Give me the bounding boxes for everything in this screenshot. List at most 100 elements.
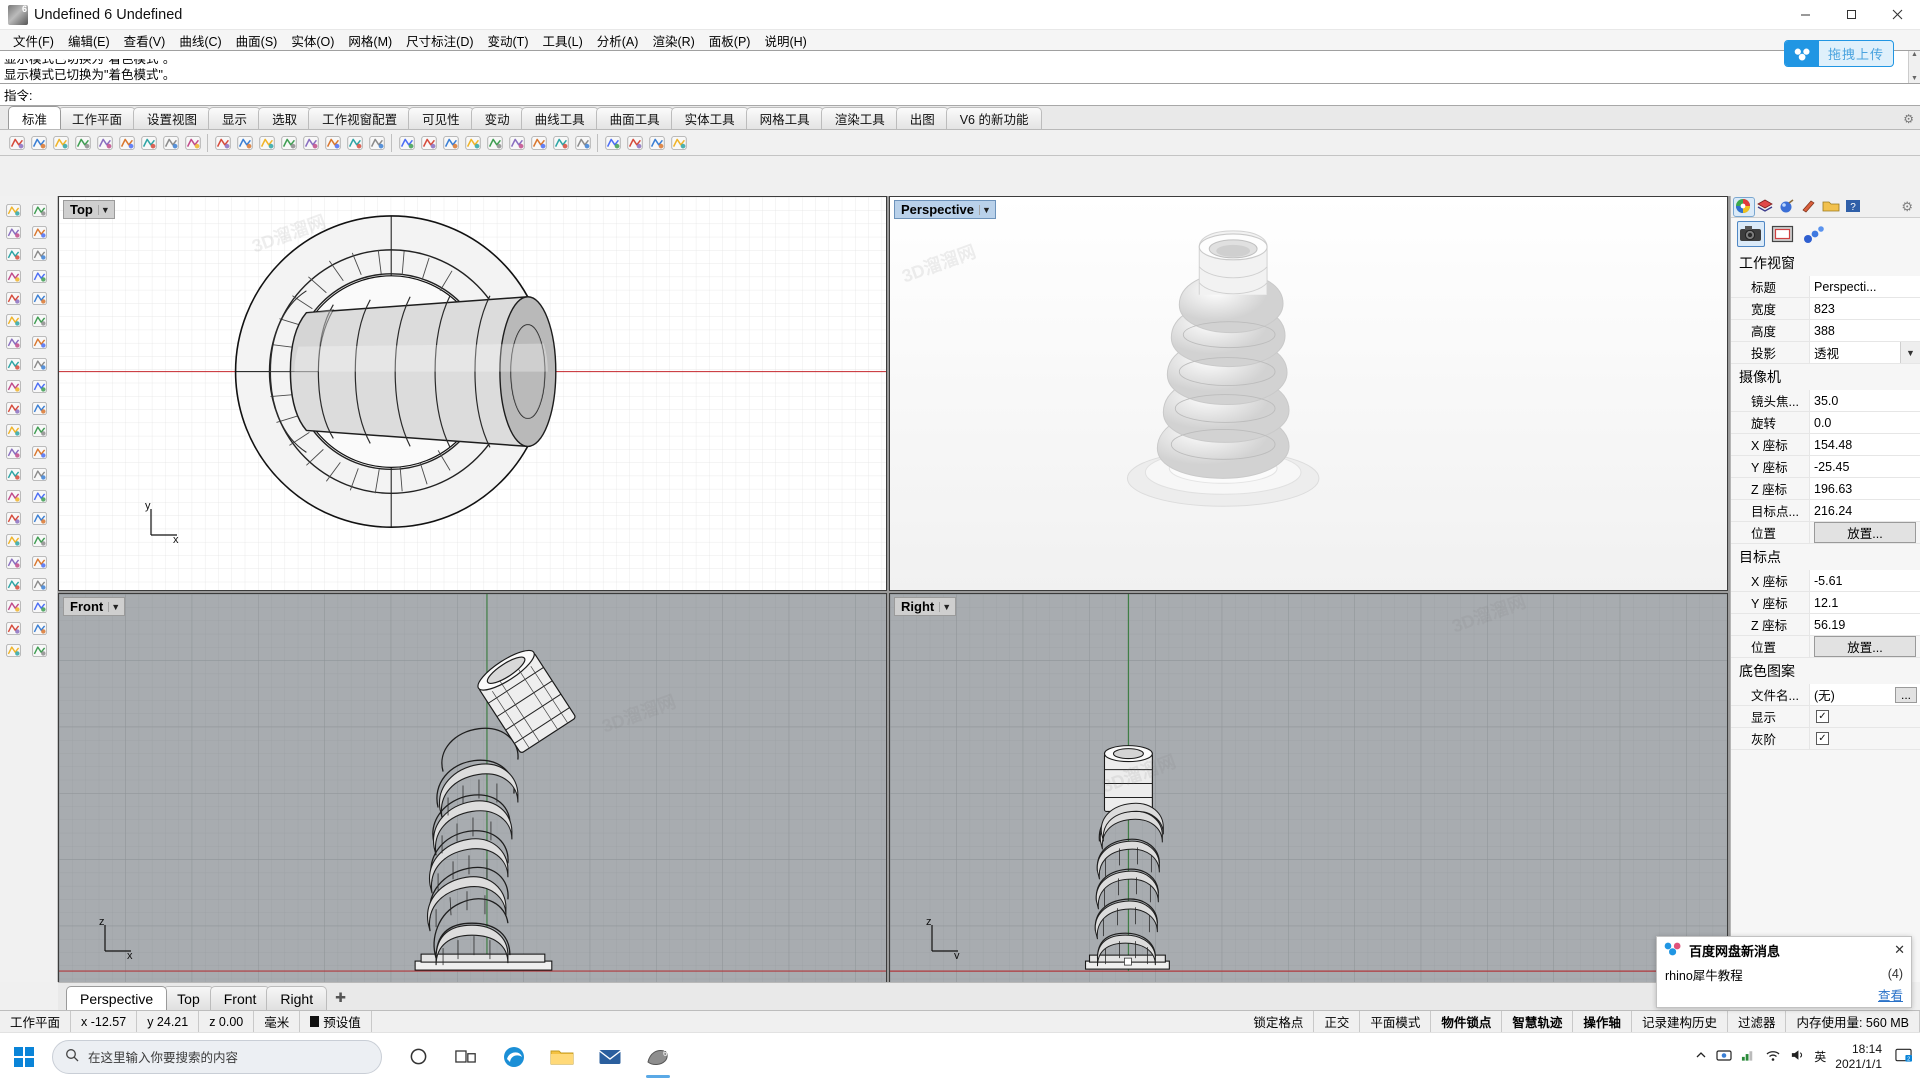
line-icon[interactable] [2, 244, 24, 264]
free-curve-icon[interactable] [2, 332, 24, 352]
layers-icon[interactable] [1756, 198, 1776, 216]
tab-whats-new-v6[interactable]: V6 的新功能 [945, 107, 1043, 129]
property-value-viewport-2[interactable]: 388 [1809, 320, 1920, 342]
menu-help[interactable]: 说明(H) [757, 29, 813, 52]
property-value-viewport-0[interactable]: Perspecti... [1809, 276, 1920, 298]
mesh-tools-icon[interactable] [28, 574, 50, 594]
gear-icon[interactable]: ⚙ [1903, 112, 1914, 126]
file-browser-icon[interactable] [1822, 198, 1842, 216]
new-file-icon[interactable] [6, 132, 27, 153]
menu-panels[interactable]: 面板(P) [702, 29, 758, 52]
tab-mesh-tools[interactable]: 网格工具 [745, 107, 824, 129]
box-icon[interactable] [2, 398, 24, 418]
file-explorer-icon[interactable] [540, 1035, 584, 1079]
baidu-upload-button[interactable]: 拖拽上传 [1784, 40, 1894, 67]
property-value-target-2[interactable]: 56.19 [1809, 614, 1920, 636]
zoom-window-icon[interactable] [278, 132, 299, 153]
rotate-view-icon[interactable] [322, 132, 343, 153]
property-value-camera-3[interactable]: -25.45 [1809, 456, 1920, 478]
tab-transform[interactable]: 变动 [470, 107, 524, 129]
print-icon[interactable] [72, 132, 93, 153]
surface-edge-icon[interactable] [28, 354, 50, 374]
mesh-icon[interactable] [2, 574, 24, 594]
ellipse-icon[interactable] [2, 310, 24, 330]
select-arrow-icon[interactable] [2, 200, 24, 220]
place-button[interactable]: 放置... [1814, 636, 1916, 657]
viewport-right-label[interactable]: Right ▼ [894, 597, 957, 616]
menu-analyze[interactable]: 分析(A) [590, 29, 646, 52]
scale-icon[interactable] [2, 552, 24, 572]
close-icon[interactable]: ✕ [1894, 942, 1905, 958]
network-status-icon[interactable] [1741, 1048, 1756, 1065]
globe-icon[interactable] [646, 132, 667, 153]
taskbar-clock[interactable]: 18:14 2021/1/1 [1835, 1042, 1886, 1072]
array-icon[interactable] [28, 508, 50, 528]
command-history[interactable]: 显示模式已切换为"着色模式"。 显示模式已切换为"着色模式"。 ▲ ▼ [0, 50, 1920, 84]
minimize-button[interactable] [1782, 0, 1828, 30]
render-props-icon[interactable] [1800, 198, 1820, 216]
tab-surface-tools[interactable]: 曲面工具 [595, 107, 674, 129]
polygon-icon[interactable] [28, 310, 50, 330]
status-osnap[interactable]: 物件锁点 [1431, 1011, 1503, 1032]
polyline-icon[interactable] [28, 244, 50, 264]
vtab-right[interactable]: Right [266, 986, 328, 1010]
status-cplane[interactable]: 工作平面 [0, 1011, 72, 1032]
property-value-camera-5[interactable]: 216.24 [1809, 500, 1920, 522]
copy-icon[interactable] [116, 132, 137, 153]
ime-indicator[interactable]: 英 [1814, 1048, 1826, 1065]
conic-icon[interactable] [28, 332, 50, 352]
menu-curve[interactable]: 曲线(C) [172, 29, 228, 52]
task-view-icon[interactable] [444, 1035, 488, 1079]
loft-icon[interactable] [2, 376, 24, 396]
open-file-icon[interactable] [28, 132, 49, 153]
select-points-icon[interactable] [28, 200, 50, 220]
camera-icon[interactable] [1737, 221, 1765, 247]
tab-drafting[interactable]: 出图 [895, 107, 949, 129]
action-center-icon[interactable]: 2 [1895, 1047, 1912, 1066]
annotate-icon[interactable] [28, 618, 50, 638]
command-history-scrollbar[interactable]: ▲ ▼ [1908, 51, 1920, 83]
tab-curve-tools[interactable]: 曲线工具 [520, 107, 599, 129]
sweep-icon[interactable] [28, 376, 50, 396]
menu-solid[interactable]: 实体(O) [284, 29, 341, 52]
property-value-target-0[interactable]: -5.61 [1809, 570, 1920, 592]
tab-viewport-layout[interactable]: 工作视窗配置 [308, 107, 412, 129]
hatch-icon[interactable] [2, 618, 24, 638]
property-value-viewport-1[interactable]: 823 [1809, 298, 1920, 320]
cone-icon[interactable] [28, 420, 50, 440]
shaded-view-icon[interactable] [506, 132, 527, 153]
status-units[interactable]: 毫米 [254, 1011, 301, 1032]
text-icon[interactable] [28, 596, 50, 616]
property-value-camera-2[interactable]: 154.48 [1809, 434, 1920, 456]
chevron-down-icon[interactable]: ▼ [939, 601, 953, 612]
menu-file[interactable]: 文件(F) [6, 29, 61, 52]
pan-icon[interactable] [300, 132, 321, 153]
viewport-top[interactable]: y x Top ▼ [58, 196, 887, 591]
boolean-union-icon[interactable] [2, 442, 24, 462]
viewport-front-label[interactable]: Front ▼ [63, 597, 126, 616]
cut-icon[interactable] [94, 132, 115, 153]
chamfer-icon[interactable] [28, 464, 50, 484]
toast-view-link[interactable]: 查看 [1878, 985, 1903, 1004]
chevron-down-icon[interactable]: ▼ [97, 204, 112, 215]
zoom-extents-icon[interactable] [256, 132, 277, 153]
property-value-camera-0[interactable]: 35.0 [1809, 390, 1920, 412]
tab-render-tools[interactable]: 渲染工具 [820, 107, 899, 129]
screenshot-icon[interactable] [1716, 1048, 1732, 1065]
status-layer[interactable]: 预设值 [300, 1011, 372, 1032]
menu-view[interactable]: 查看(V) [117, 29, 173, 52]
status-planar[interactable]: 平面模式 [1360, 1011, 1432, 1032]
sphere-icon[interactable] [28, 398, 50, 418]
volume-icon[interactable] [1790, 1048, 1805, 1065]
menu-mesh[interactable]: 网格(M) [341, 29, 399, 52]
vtab-front[interactable]: Front [209, 986, 271, 1010]
help-icon[interactable] [668, 132, 689, 153]
maximize-button[interactable] [1828, 0, 1874, 30]
gear-icon[interactable]: ⚙ [1901, 199, 1917, 215]
object-props-icon[interactable] [1801, 221, 1829, 247]
menu-tools[interactable]: 工具(L) [535, 29, 589, 52]
render-icon[interactable] [624, 132, 645, 153]
command-prompt[interactable]: 指令: [0, 84, 1920, 106]
tab-select[interactable]: 选取 [258, 107, 312, 129]
split-icon[interactable] [28, 486, 50, 506]
